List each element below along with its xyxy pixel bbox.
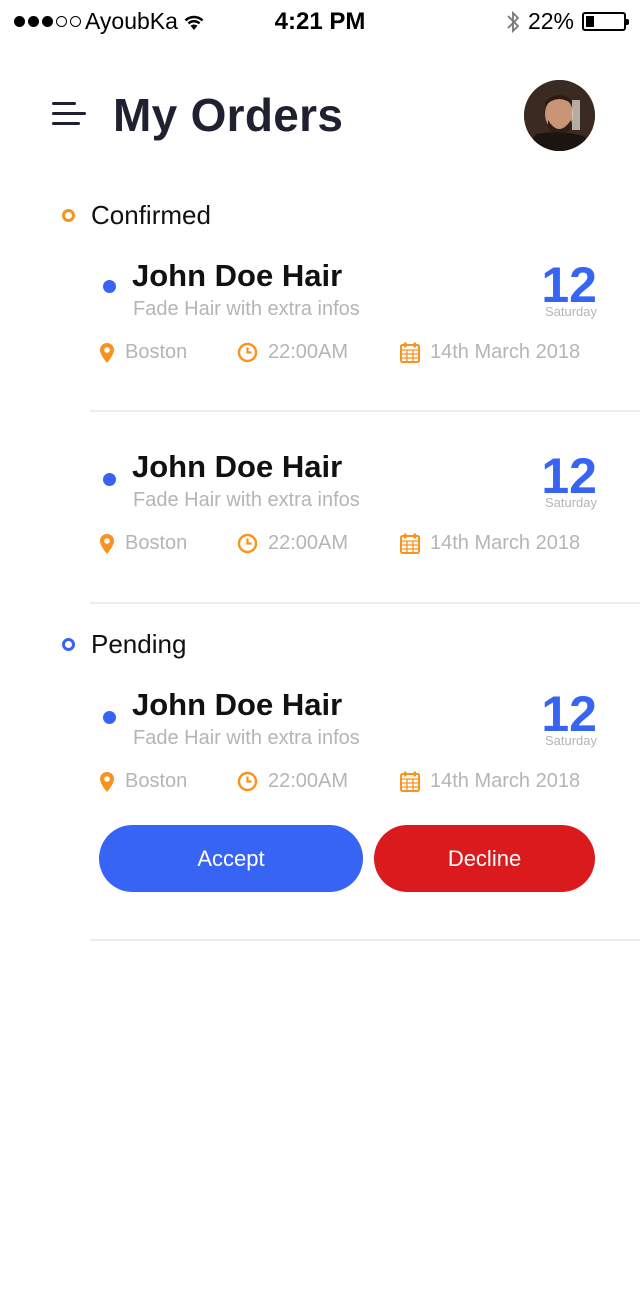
order-day-name: Saturday <box>544 304 597 319</box>
order-time-text: 22:00AM <box>268 532 349 554</box>
battery-percent: 22% <box>527 8 574 34</box>
order-day-name: Saturday <box>544 495 597 510</box>
calendar-icon <box>400 533 420 554</box>
clock-icon <box>237 342 258 363</box>
page-title: My Orders <box>113 89 344 141</box>
location-pin-icon <box>100 533 114 554</box>
order-location-text: Boston <box>125 770 188 792</box>
order-name: John Doe Hair <box>132 449 343 484</box>
order-day-name: Saturday <box>544 733 597 748</box>
status-right: 22% <box>506 8 629 35</box>
pending-status-icon <box>62 638 75 651</box>
calendar-icon <box>400 771 420 792</box>
order-time: 22:00AM <box>237 341 348 364</box>
section-label-pending: Pending <box>91 629 187 659</box>
order-date: 14th March 2018 <box>400 770 580 793</box>
order-date-text: 14th March 2018 <box>430 770 581 792</box>
calendar-icon <box>400 342 420 363</box>
bluetooth-icon <box>507 10 520 33</box>
divider <box>90 410 640 412</box>
avatar[interactable] <box>524 80 595 151</box>
order-date: 14th March 2018 <box>400 341 580 364</box>
order-bullet-icon <box>103 280 116 293</box>
order-service: Fade Hair with extra infos <box>133 489 360 511</box>
divider <box>90 602 640 604</box>
divider <box>90 939 640 941</box>
decline-button[interactable]: Decline <box>374 825 595 892</box>
order-service: Fade Hair with extra infos <box>133 298 360 320</box>
order-location-text: Boston <box>125 532 188 554</box>
hamburger-menu-icon[interactable] <box>52 102 86 128</box>
order-location: Boston <box>99 341 187 364</box>
order-bullet-icon <box>103 473 116 486</box>
order-time: 22:00AM <box>237 770 348 793</box>
order-time-text: 22:00AM <box>268 341 349 363</box>
order-time: 22:00AM <box>237 532 348 555</box>
clock-icon <box>237 533 258 554</box>
order-date-text: 14th March 2018 <box>430 532 581 554</box>
order-service: Fade Hair with extra infos <box>133 727 360 749</box>
order-day-number: 12 <box>541 448 597 504</box>
clock-icon <box>237 771 258 792</box>
order-time-text: 22:00AM <box>268 770 349 792</box>
order-bullet-icon <box>103 711 116 724</box>
confirmed-status-icon <box>62 209 75 222</box>
order-location: Boston <box>99 532 187 555</box>
section-label-confirmed: Confirmed <box>91 200 211 230</box>
order-day-number: 12 <box>541 686 597 742</box>
order-location: Boston <box>99 770 187 793</box>
order-date: 14th March 2018 <box>400 532 580 555</box>
location-pin-icon <box>100 342 114 363</box>
location-pin-icon <box>100 771 114 792</box>
accept-button[interactable]: Accept <box>99 825 363 892</box>
order-name: John Doe Hair <box>132 258 343 293</box>
order-location-text: Boston <box>125 341 188 363</box>
order-day-number: 12 <box>541 257 597 313</box>
status-bar: AyoubKa 4:21 PM 22% <box>0 0 640 44</box>
order-name: John Doe Hair <box>132 687 343 722</box>
order-date-text: 14th March 2018 <box>430 341 581 363</box>
user-avatar-icon <box>524 80 595 151</box>
battery-icon <box>582 12 629 31</box>
